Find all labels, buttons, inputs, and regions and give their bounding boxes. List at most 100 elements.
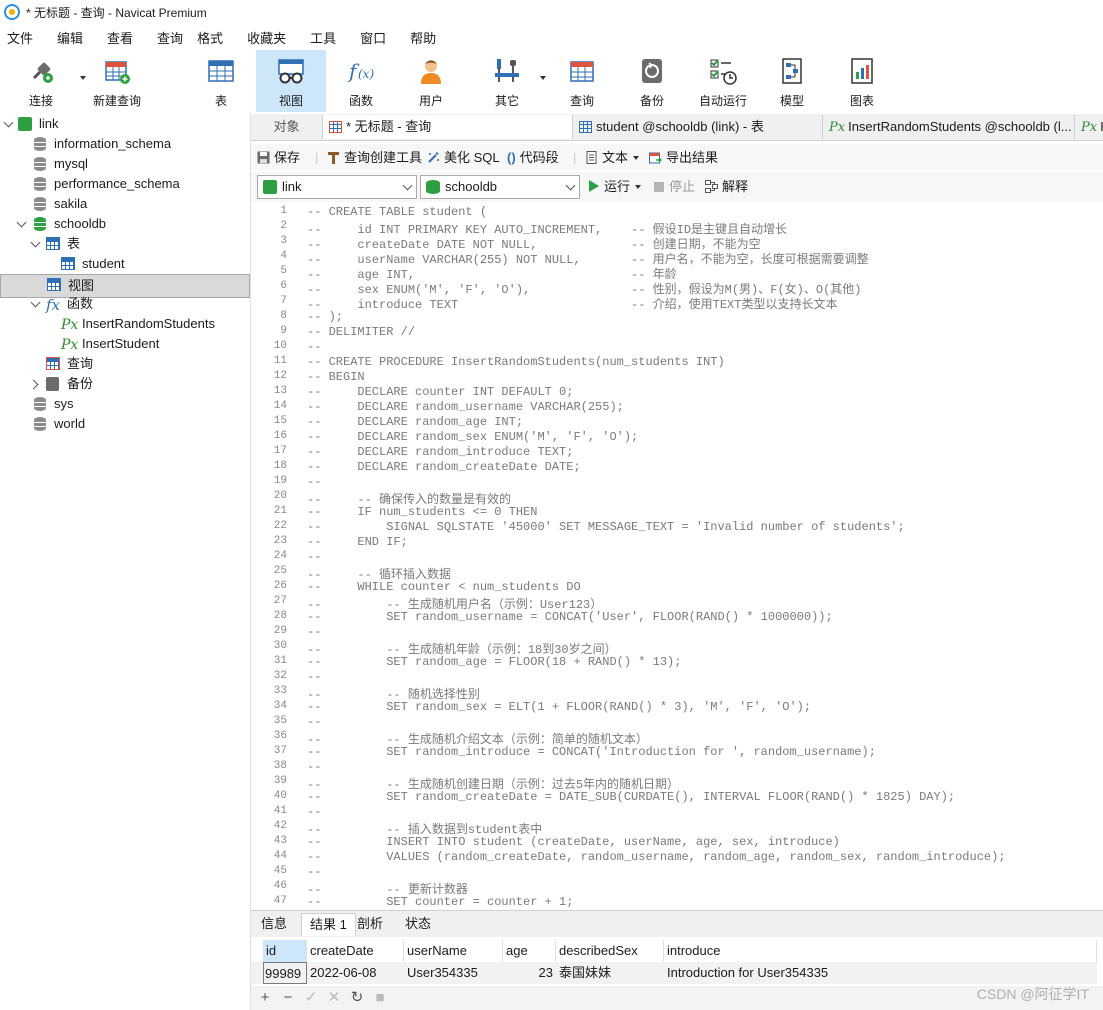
model-button[interactable]: 模型 [762,50,822,112]
tab-profile[interactable]: 剖析 [349,913,391,935]
column-header-id[interactable]: id [263,940,307,962]
cell-id[interactable]: 99989 [263,962,307,984]
tab-student-table[interactable]: student @schooldb (link) - 表 [573,115,823,139]
code-line[interactable]: -- DECLARE random_introduce TEXT; [307,445,573,459]
tab-overflow[interactable]: PxIr [1075,115,1103,139]
code-line[interactable]: -- [307,715,321,729]
code-line[interactable]: -- INSERT INTO student (createDate, user… [307,835,840,849]
code-line[interactable]: -- CREATE PROCEDURE InsertRandomStudents… [307,355,725,369]
menu-tools[interactable]: 工具 [303,28,343,47]
function-button[interactable]: f (x) 函数 [330,50,392,112]
code-line[interactable]: -- DECLARE random_age INT; [307,415,523,429]
explain-button[interactable]: 解释 [705,177,748,197]
column-header-age[interactable]: age [503,940,556,962]
tree-group-queries[interactable]: 查询 [0,354,250,374]
code-line[interactable]: -- [307,865,321,879]
code-line[interactable]: -- ); [307,310,343,324]
code-line[interactable]: -- SET random_age = FLOOR(18 + RAND() * … [307,655,681,669]
stop-loading-icon[interactable]: ■ [371,989,389,1007]
text-button[interactable]: 文本 [585,148,640,168]
tree-function-insertrandomstudents[interactable]: Px InsertRandomStudents [0,314,250,334]
tab-status[interactable]: 状态 [397,913,439,935]
code-line[interactable]: -- IF num_students <= 0 THEN [307,505,537,519]
code-line[interactable]: -- [307,475,321,489]
code-line[interactable]: -- BEGIN [307,370,365,384]
sql-editor[interactable]: 1 2 3 4 5 6 7 8 9 10 11 12 13 14 15 16 17 18 19 20 21 22 23 24 2… [251,204,1103,908]
tree-db-information-schema[interactable]: information_schema [0,134,250,154]
chevron-down-icon[interactable] [16,217,27,228]
view-button[interactable]: 视图 [256,50,326,112]
column-header-describedsex[interactable]: describedSex [556,940,664,962]
code-line[interactable]: -- SET random_sex = ELT(1 + FLOOR(RAND()… [307,700,811,714]
code-line[interactable]: -- END IF; [307,535,408,549]
tab-info[interactable]: 信息 [253,913,295,935]
menu-help[interactable]: 帮助 [403,28,443,47]
stop-button[interactable]: 停止 [654,177,695,197]
text-dropdown-icon[interactable] [633,156,640,160]
cell-introduce[interactable]: Introduction for User354335 [664,962,1097,984]
code-line[interactable]: -- SIGNAL SQLSTATE '45000' SET MESSAGE_T… [307,520,905,534]
code-line[interactable]: -- SET random_username = CONCAT('User', … [307,610,833,624]
refresh-icon[interactable]: ↻ [348,989,366,1007]
chevron-down-icon[interactable] [30,297,41,308]
connect-button[interactable]: 连接 [6,50,86,112]
menu-view[interactable]: 查看 [100,28,140,47]
add-record-icon[interactable]: + [256,989,274,1007]
menu-window[interactable]: 窗口 [353,28,393,47]
tree-connection-link[interactable]: link [0,114,250,134]
menu-query[interactable]: 查询 [150,28,190,47]
tree-table-student[interactable]: student [0,254,250,274]
other-button[interactable]: 其它 [476,50,546,112]
code-line[interactable]: -- CREATE TABLE student ( [307,205,487,219]
chevron-right-icon[interactable] [28,379,39,390]
code-line[interactable]: -- [307,670,321,684]
tree-db-performance-schema[interactable]: performance_schema [0,174,250,194]
tree-group-functions[interactable]: fx 函数 [0,294,250,314]
code-line[interactable]: -- SET random_introduce = CONCAT('Introd… [307,745,876,759]
query-button[interactable]: 查询 [552,50,612,112]
other-dropdown-icon[interactable] [540,76,546,80]
column-header-createdate[interactable]: createDate [307,940,404,962]
code-line[interactable]: -- WHILE counter < num_students DO [307,580,581,594]
code-line[interactable]: -- [307,625,321,639]
tree-db-world[interactable]: world [0,414,250,434]
tab-query[interactable]: * 无标题 - 查询 [323,115,573,139]
save-button[interactable]: 保存 [257,148,300,168]
code-line[interactable]: -- DECLARE random_username VARCHAR(255); [307,400,624,414]
run-button[interactable]: 运行 [589,177,642,197]
code-line[interactable]: -- DECLARE counter INT DEFAULT 0; [307,385,573,399]
menu-file[interactable]: 文件 [0,28,40,47]
menu-format[interactable]: 格式 [190,28,230,47]
database-select[interactable]: schooldb [420,175,580,199]
menu-edit[interactable]: 编辑 [50,28,90,47]
beautify-sql-button[interactable]: 美化 SQL [427,148,500,168]
tree-group-backups[interactable]: 备份 [0,374,250,394]
tree-group-tables[interactable]: 表 [0,234,250,254]
discard-changes-icon[interactable]: ✕ [325,989,343,1007]
column-header-username[interactable]: userName [404,940,503,962]
code-line[interactable]: -- SET random_createDate = DATE_SUB(CURD… [307,790,955,804]
new-query-button[interactable]: 新建查询 [86,50,148,112]
cell-age[interactable]: 23 [503,962,556,984]
code-line[interactable]: -- introduce TEXT -- 介绍，使用TEXT类型以支持长文本 [307,295,837,312]
code-line[interactable]: -- [307,805,321,819]
code-line[interactable]: -- SET counter = counter + 1; [307,895,573,908]
code-line[interactable]: -- VALUES (random_createDate, random_use… [307,850,1006,864]
code-line[interactable]: -- DELIMITER // [307,325,415,339]
code-line[interactable]: -- [307,760,321,774]
delete-record-icon[interactable]: − [279,989,297,1007]
cell-describedsex[interactable]: 泰国妹妹 [556,962,664,984]
tree-function-insertstudent[interactable]: Px InsertStudent [0,334,250,354]
code-line[interactable]: -- [307,550,321,564]
chart-button[interactable]: 图表 [832,50,892,112]
tree-db-mysql[interactable]: mysql [0,154,250,174]
code-line[interactable]: -- DECLARE random_sex ENUM('M', 'F', 'O'… [307,430,638,444]
code-line[interactable]: -- DECLARE random_createDate DATE; [307,460,581,474]
cell-username[interactable]: User354335 [404,962,503,984]
automation-button[interactable]: 自动运行 [692,50,754,112]
chevron-down-icon[interactable] [3,117,14,128]
tab-objects[interactable]: 对象 [251,115,323,139]
column-header-introduce[interactable]: introduce [664,940,1097,962]
query-builder-button[interactable]: 查询创建工具 [327,148,422,168]
cell-createdate[interactable]: 2022-06-08 [307,962,404,984]
